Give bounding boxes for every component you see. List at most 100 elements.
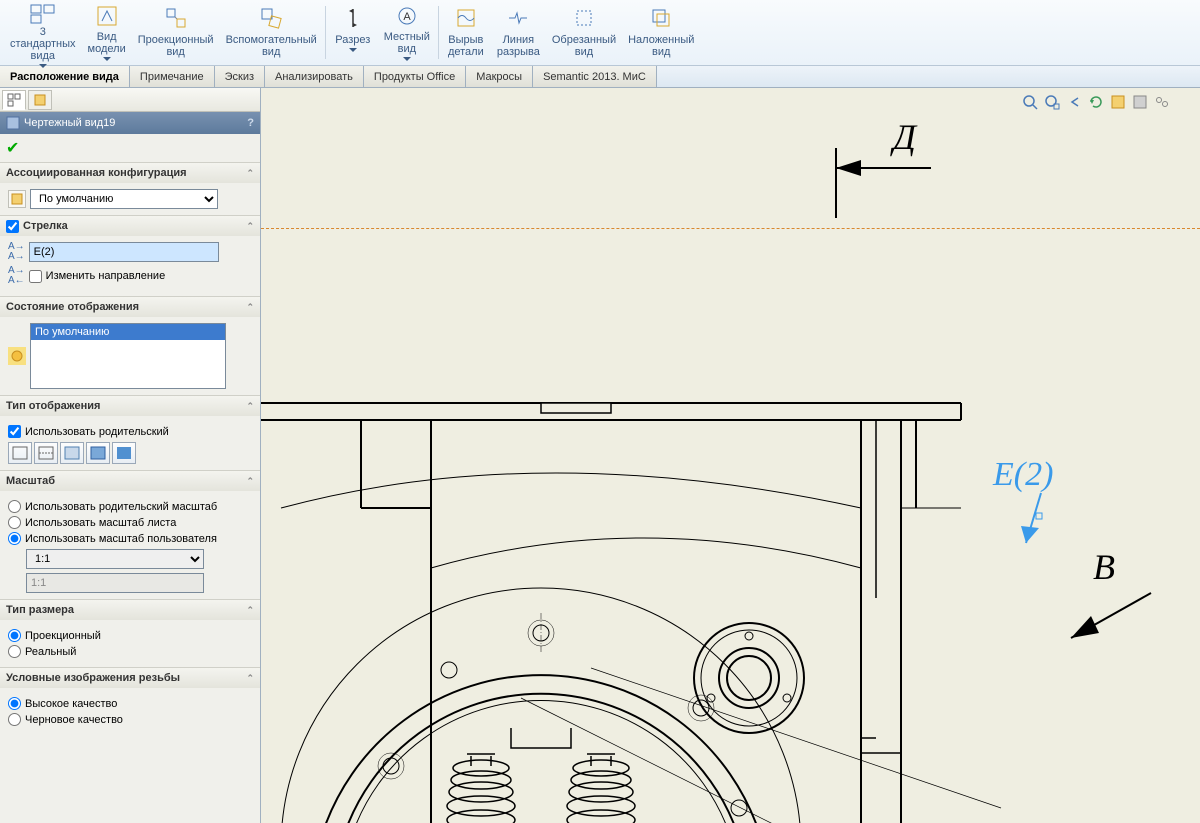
use-parent-style-checkbox[interactable] xyxy=(8,425,21,438)
zoom-fit-button[interactable] xyxy=(1020,92,1040,112)
scale-text-input xyxy=(26,573,204,593)
tab-semantic[interactable]: Semantic 2013. МиС xyxy=(533,66,657,87)
scale-parent-radio[interactable] xyxy=(8,500,21,513)
ribbon-3-standard-views[interactable]: 3стандартныхвида xyxy=(4,2,82,63)
thread-high-radio[interactable] xyxy=(8,697,21,710)
section-dim-type: Тип размера ⌃ Проекционный Реальный xyxy=(0,599,260,667)
chevron-down-icon xyxy=(39,64,47,68)
scale-combo[interactable]: 1:1 xyxy=(26,549,204,569)
config-combo[interactable]: По умолчанию xyxy=(30,189,218,209)
style-shaded-edges[interactable] xyxy=(86,442,110,464)
previous-view-button[interactable] xyxy=(1064,92,1084,112)
property-manager: Чертежный вид19 ? ✔ Ассоциированная конф… xyxy=(0,88,261,823)
aux-view-icon xyxy=(257,4,285,32)
more-options-button[interactable] xyxy=(1152,92,1172,112)
collapse-icon: ⌃ xyxy=(246,302,254,313)
style-shaded[interactable] xyxy=(112,442,136,464)
ribbon-overlay-view[interactable]: Наложенныйвид xyxy=(622,2,700,63)
annotation-b: В xyxy=(1093,546,1115,588)
mechanical-drawing xyxy=(261,398,1011,823)
tab-macros[interactable]: Макросы xyxy=(466,66,533,87)
command-tabs: Расположение вида Примечание Эскиз Анали… xyxy=(0,66,1200,88)
dim-projection-radio[interactable] xyxy=(8,629,21,642)
broken-out-icon xyxy=(452,4,480,32)
collapse-icon: ⌃ xyxy=(246,221,254,232)
section-scale: Масштаб ⌃ Использовать родительский масш… xyxy=(0,470,260,599)
config-link-icon[interactable] xyxy=(8,190,26,208)
collapse-icon: ⌃ xyxy=(246,168,254,179)
arrow-checkbox[interactable] xyxy=(6,220,19,233)
reverse-checkbox[interactable] xyxy=(29,270,42,283)
display-style-buttons xyxy=(8,442,252,464)
tab-view-layout[interactable]: Расположение вида xyxy=(0,66,130,87)
collapse-icon: ⌃ xyxy=(246,605,254,616)
section-scale-header[interactable]: Масштаб ⌃ xyxy=(0,471,260,491)
drawing-canvas[interactable]: Д Е(2) В xyxy=(261,88,1200,823)
overlay-view-icon xyxy=(647,4,675,32)
tab-office[interactable]: Продукты Office xyxy=(364,66,466,87)
separator xyxy=(325,6,326,59)
section-dim-type-header[interactable]: Тип размера ⌃ xyxy=(0,600,260,620)
collapse-icon: ⌃ xyxy=(246,476,254,487)
ribbon-local-view[interactable]: A Местныйвид xyxy=(378,2,436,63)
style-hidden-visible[interactable] xyxy=(34,442,58,464)
ribbon-model-view[interactable]: Видмодели xyxy=(82,2,132,63)
display-state-listbox[interactable]: По умолчанию xyxy=(30,323,226,389)
display-style-button[interactable] xyxy=(1130,92,1150,112)
chevron-down-icon xyxy=(403,57,411,61)
listbox-item[interactable]: По умолчанию xyxy=(31,324,225,340)
model-view-icon xyxy=(93,4,121,29)
property-header: Чертежный вид19 ? xyxy=(0,112,260,134)
arrow-direction-icon: A→A→ xyxy=(8,242,25,262)
arrow-label-input[interactable] xyxy=(29,242,219,262)
zoom-area-button[interactable] xyxy=(1042,92,1062,112)
style-wireframe[interactable] xyxy=(8,442,32,464)
section-thread-header[interactable]: Условные изображения резьбы ⌃ xyxy=(0,668,260,688)
dim-real-radio[interactable] xyxy=(8,645,21,658)
ribbon-section[interactable]: Разрез xyxy=(328,2,378,63)
ribbon-break-line[interactable]: Линияразрыва xyxy=(491,2,546,63)
section-config-header[interactable]: Ассоциированная конфигурация ⌃ xyxy=(0,163,260,183)
section-display-state-header[interactable]: Состояние отображения ⌃ xyxy=(0,297,260,317)
section-toggle-button[interactable] xyxy=(1108,92,1128,112)
chevron-down-icon xyxy=(103,57,111,61)
tab-sketch[interactable]: Эскиз xyxy=(215,66,265,87)
panel-tab-config-manager[interactable] xyxy=(28,90,52,110)
section-display-type: Тип отображения ⌃ Использовать родительс… xyxy=(0,395,260,470)
chevron-down-icon xyxy=(349,48,357,52)
help-button[interactable]: ? xyxy=(247,117,254,129)
arrow-e[interactable] xyxy=(1011,488,1061,558)
tab-analyze[interactable]: Анализировать xyxy=(265,66,364,87)
panel-tab-feature-manager[interactable] xyxy=(2,90,26,110)
display-state-icon xyxy=(8,347,26,365)
collapse-icon: ⌃ xyxy=(246,401,254,412)
scale-sheet-radio[interactable] xyxy=(8,516,21,529)
property-title: Чертежный вид19 xyxy=(24,117,115,129)
panel-tab-strip xyxy=(0,88,260,112)
ribbon-aux-view[interactable]: Вспомогательныйвид xyxy=(220,2,323,63)
collapse-icon: ⌃ xyxy=(246,673,254,684)
ribbon-broken-out[interactable]: Вырывдетали xyxy=(441,2,491,63)
thread-draft-radio[interactable] xyxy=(8,713,21,726)
section-icon xyxy=(339,4,367,32)
detail-view-icon: A xyxy=(393,4,421,29)
rotate-view-button[interactable] xyxy=(1086,92,1106,112)
ribbon-toolbar: 3стандартныхвида Видмодели Проекционныйв… xyxy=(0,0,1200,66)
scale-user-radio[interactable] xyxy=(8,532,21,545)
break-line-icon xyxy=(504,4,532,32)
section-arrow-header[interactable]: Стрелка ⌃ xyxy=(0,216,260,236)
section-config: Ассоциированная конфигурация ⌃ По умолча… xyxy=(0,162,260,215)
crop-view-icon xyxy=(570,4,598,32)
ok-button[interactable]: ✔ xyxy=(6,140,19,157)
tab-annotation[interactable]: Примечание xyxy=(130,66,215,87)
section-display-type-header[interactable]: Тип отображения ⌃ xyxy=(0,396,260,416)
style-hidden-removed[interactable] xyxy=(60,442,84,464)
view-toolbar xyxy=(1020,92,1172,112)
ribbon-projection-view[interactable]: Проекционныйвид xyxy=(132,2,220,63)
ribbon-crop-view[interactable]: Обрезанныйвид xyxy=(546,2,622,63)
view-boundary xyxy=(261,228,1200,229)
section-display-state: Состояние отображения ⌃ По умолчанию xyxy=(0,296,260,395)
arrow-reverse-icon: A→A← xyxy=(8,266,25,286)
three-views-icon xyxy=(29,4,57,24)
svg-text:A: A xyxy=(403,11,411,23)
